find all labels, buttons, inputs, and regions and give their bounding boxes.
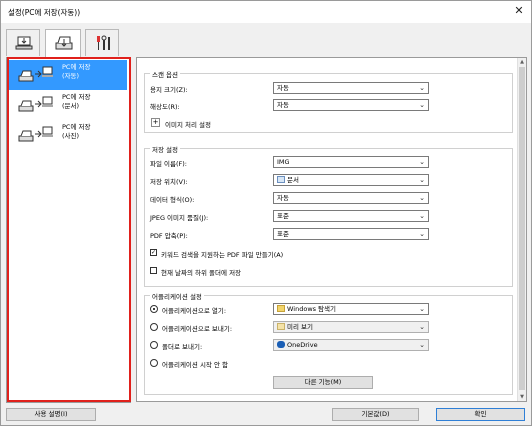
title-bar: 설정(PC에 저장(자동)) ✕ [1, 1, 531, 23]
resolution-label: 해상도(R): [150, 103, 180, 111]
paper-size-value: 자동 [277, 84, 289, 92]
data-format-value: 자동 [277, 194, 289, 202]
expand-image-processing-button[interactable]: + [151, 118, 160, 127]
save-auto-icon [18, 66, 53, 82]
onedrive-icon [277, 341, 285, 348]
instructions-button[interactable]: 사용 설명(I) [6, 408, 96, 421]
chevron-down-icon: ⌄ [419, 305, 425, 313]
keyword-search-pdf-label: 키워드 검색을 지원하는 PDF 파일 만들기(A) [161, 251, 284, 259]
filename-input[interactable]: IMG ⌄ [273, 156, 429, 168]
more-functions-button[interactable]: 다른 기능(M) [273, 376, 373, 389]
keyword-search-pdf-checkbox[interactable]: ✓ [150, 249, 157, 256]
list-item-save-document[interactable]: PC에 저장 (문서) [9, 90, 127, 120]
application-settings-group: 어플리케이션 설정 어플리케이션으로 열기: Windows 탐색기 ⌄ 어플리케… [144, 291, 513, 395]
open-with-app-label: 어플리케이션으로 열기: [162, 307, 227, 315]
scanner-icon [55, 36, 73, 50]
date-subfolder-checkbox[interactable] [150, 267, 157, 274]
ok-button[interactable]: 확인 [436, 408, 525, 421]
save-photo-icon [18, 126, 53, 142]
send-to-folder-value: OneDrive [287, 341, 318, 349]
save-location-label: 저장 위치(V): [150, 178, 188, 186]
resolution-select[interactable]: 자동 ⌄ [273, 99, 429, 111]
scan-options-group: 스캔 옵션 용지 크기(Z): 자동 ⌄ 해상도(R): 자동 ⌄ + 이미지 처리… [144, 69, 513, 133]
chevron-down-icon: ⌄ [419, 341, 425, 349]
vertical-scrollbar[interactable]: ▲ ▼ [517, 58, 526, 401]
filename-value: IMG [277, 158, 290, 166]
chevron-down-icon: ⌄ [419, 158, 425, 166]
send-to-app-radio[interactable] [150, 323, 158, 331]
jpeg-quality-label: JPEG 이미지 품질(J): [150, 214, 209, 222]
data-format-select[interactable]: 자동 ⌄ [273, 192, 429, 204]
close-button[interactable]: ✕ [511, 4, 527, 18]
chevron-down-icon: ⌄ [419, 194, 425, 202]
scroll-down-icon[interactable]: ▼ [518, 393, 526, 401]
list-item-save-photo[interactable]: PC에 저장 (사진) [9, 120, 127, 150]
open-with-app-radio[interactable] [150, 305, 158, 313]
jpeg-quality-select[interactable]: 표준 ⌄ [273, 210, 429, 222]
no-app-radio[interactable] [150, 359, 158, 367]
scan-options-title: 스캔 옵션 [150, 69, 180, 79]
chevron-down-icon: ⌄ [419, 101, 425, 109]
list-item-label: PC에 저장 (사진) [62, 123, 91, 140]
send-to-folder-radio[interactable] [150, 341, 158, 349]
tab-scan[interactable] [6, 29, 40, 56]
scan-mode-list: PC에 저장 (자동) PC에 저장 (문서) PC에 저장 (사진) [6, 57, 131, 403]
save-settings-title: 저장 설정 [150, 144, 180, 154]
save-settings-group: 저장 설정 파일 이름(F): IMG ⌄ 저장 위치(V): 문서 ⌄ 데이터 형… [144, 144, 513, 287]
window-title: 설정(PC에 저장(자동)) [8, 8, 81, 17]
scan-from-operation-panel-icon [15, 36, 33, 50]
send-to-app-value: 미리 보기 [287, 323, 313, 331]
filename-label: 파일 이름(F): [150, 160, 187, 168]
settings-window: 설정(PC에 저장(자동)) ✕ PC에 저장 (자동) PC에 저장 (문서)… [0, 0, 532, 426]
open-with-app-value: Windows 탐색기 [287, 305, 337, 313]
data-format-label: 데이터 형식(O): [150, 196, 195, 204]
explorer-folder-icon [277, 305, 285, 312]
save-document-icon [18, 96, 53, 112]
save-location-value: 문서 [287, 176, 299, 184]
send-to-app-select[interactable]: 미리 보기 ⌄ [273, 321, 429, 333]
resolution-value: 자동 [277, 101, 289, 109]
scrollbar-thumb[interactable] [519, 67, 525, 390]
list-item-label: PC에 저장 (자동) [62, 63, 91, 80]
pdf-compression-select[interactable]: 표준 ⌄ [273, 228, 429, 240]
tab-tools[interactable] [85, 29, 119, 56]
jpeg-quality-value: 표준 [277, 212, 289, 220]
chevron-down-icon: ⌄ [419, 212, 425, 220]
defaults-button[interactable]: 기본값(D) [332, 408, 419, 421]
application-settings-title: 어플리케이션 설정 [150, 291, 204, 301]
chevron-down-icon: ⌄ [419, 230, 425, 238]
save-location-select[interactable]: 문서 ⌄ [273, 174, 429, 186]
image-processing-label: 이미지 처리 설정 [165, 121, 211, 129]
paper-size-label: 용지 크기(Z): [150, 86, 188, 94]
pdf-compression-value: 표준 [277, 230, 289, 238]
chevron-down-icon: ⌄ [419, 84, 425, 92]
chevron-down-icon: ⌄ [419, 323, 425, 331]
pdf-compression-label: PDF 압축(P): [150, 232, 188, 240]
date-subfolder-label: 현재 날짜의 하위 폴더에 저장 [161, 269, 242, 277]
list-item-label: PC에 저장 (문서) [62, 93, 91, 110]
send-to-app-label: 어플리케이션으로 보내기: [162, 325, 233, 333]
list-item-save-auto[interactable]: PC에 저장 (자동) [9, 60, 127, 90]
scroll-up-icon[interactable]: ▲ [518, 58, 526, 66]
documents-folder-icon [277, 176, 285, 183]
send-to-folder-label: 폴더로 보내기: [162, 343, 203, 351]
tools-icon [97, 35, 110, 50]
send-to-folder-select[interactable]: OneDrive ⌄ [273, 339, 429, 351]
preview-app-icon [277, 323, 285, 330]
paper-size-select[interactable]: 자동 ⌄ [273, 82, 429, 94]
open-with-app-select[interactable]: Windows 탐색기 ⌄ [273, 303, 429, 315]
settings-panel: 스캔 옵션 용지 크기(Z): 자동 ⌄ 해상도(R): 자동 ⌄ + 이미지 처리… [136, 57, 527, 402]
chevron-down-icon: ⌄ [419, 176, 425, 184]
tab-save[interactable] [45, 29, 81, 58]
no-app-label: 어플리케이션 시작 안 함 [162, 361, 228, 369]
